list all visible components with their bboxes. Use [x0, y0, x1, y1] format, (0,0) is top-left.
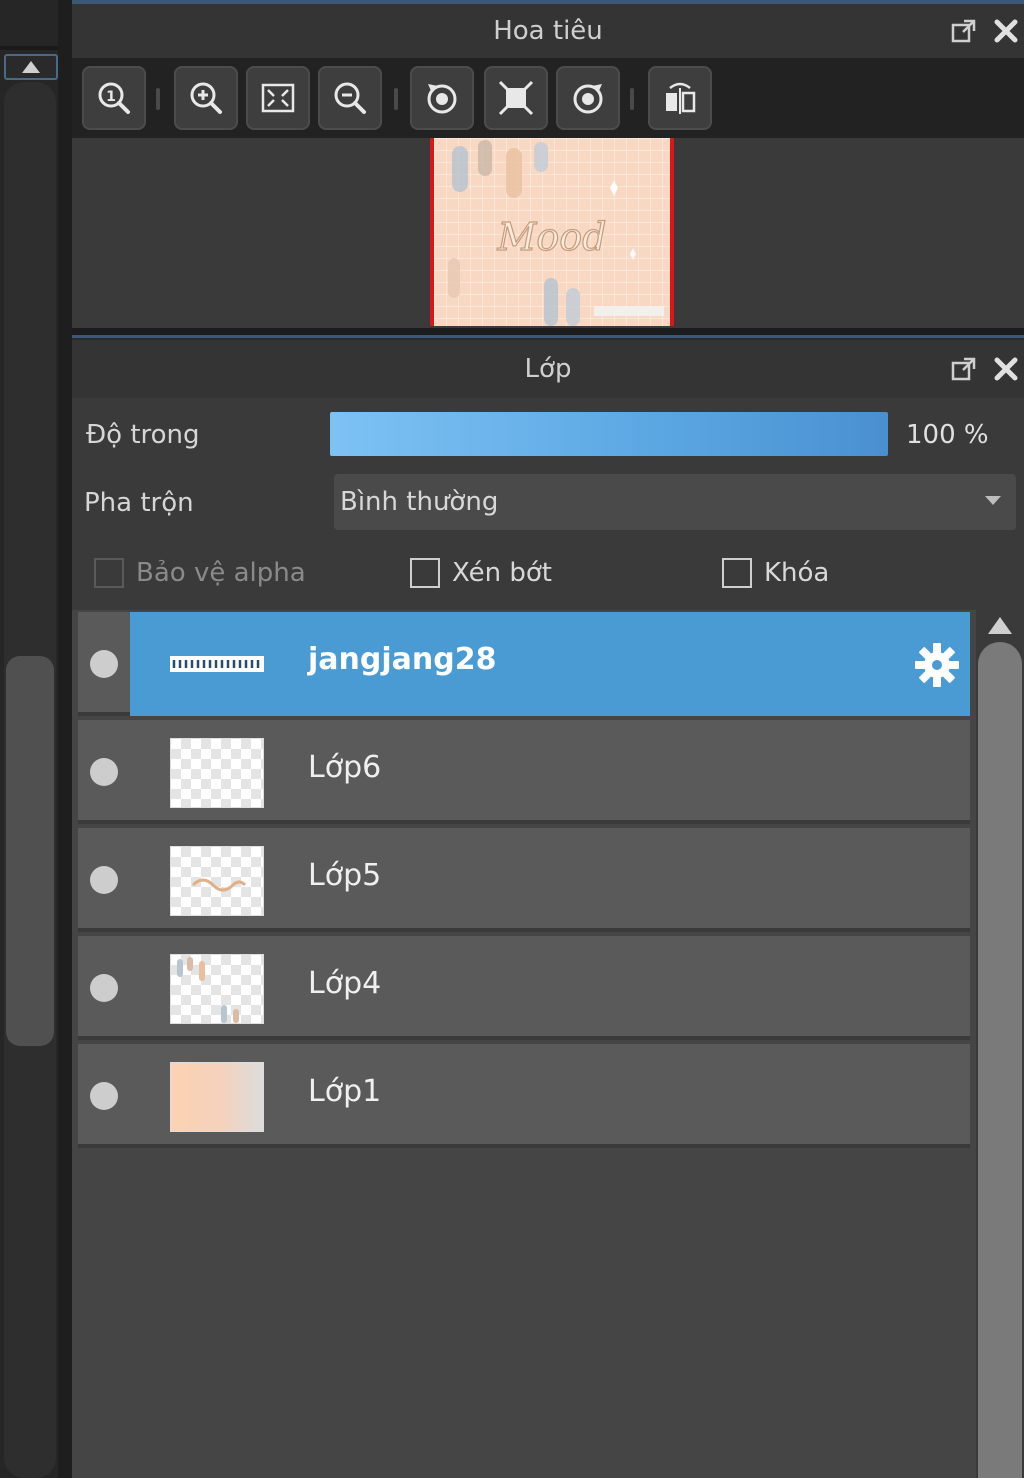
toolbar-separator: [156, 88, 160, 110]
layer-thumbnail: [170, 846, 264, 916]
flip-horizontal-button[interactable]: [648, 66, 712, 130]
zoom-in-icon: [190, 82, 222, 114]
panel-divider[interactable]: [72, 328, 1024, 338]
thumbnail-art: [191, 878, 247, 892]
opacity-value: 100 %: [906, 420, 989, 450]
layer-name: Lớp6: [308, 750, 382, 785]
zoom-out-button[interactable]: [318, 66, 382, 130]
reset-view-button[interactable]: [484, 66, 548, 130]
close-icon[interactable]: [992, 355, 1020, 383]
scroll-up-button[interactable]: [4, 54, 58, 80]
canvas-preview-art: Mood: [448, 140, 664, 326]
visibility-toggle[interactable]: [90, 758, 118, 786]
lock-label: Khóa: [764, 558, 830, 588]
navigator-title-bar: Hoa tiêu: [72, 4, 1024, 58]
layer-row-lop6[interactable]: Lớp6: [78, 720, 970, 824]
layer-row-lop1[interactable]: Lớp1: [78, 1044, 970, 1148]
fit-screen-button[interactable]: [246, 66, 310, 130]
layer-thumbnail: [170, 954, 264, 1024]
layer-thumbnail: [170, 1062, 264, 1132]
rotate-left-icon: [427, 84, 457, 114]
layer-name: Lớp5: [308, 858, 382, 893]
visibility-toggle[interactable]: [90, 1082, 118, 1110]
chevron-down-icon: [985, 496, 1001, 505]
clipping-checkbox[interactable]: Xén bớt: [410, 558, 552, 588]
opacity-slider[interactable]: [330, 412, 888, 456]
preview-text: Mood: [497, 215, 607, 259]
left-scrollbar: [0, 0, 62, 1478]
triangle-up-icon[interactable]: [986, 614, 1014, 636]
layer-row-jangjang28[interactable]: jangjang28: [78, 612, 970, 716]
rotate-right-button[interactable]: [556, 66, 620, 130]
navigator-toolbar: 1: [72, 58, 1024, 138]
visibility-toggle[interactable]: [90, 866, 118, 894]
flip-horizontal-icon: [666, 82, 696, 114]
layer-thumbnail: [170, 630, 264, 700]
layer-name: Lớp4: [308, 966, 382, 1001]
layer-row-lop4[interactable]: Lớp4: [78, 936, 970, 1040]
left-scroll-thumb[interactable]: [6, 656, 54, 1046]
navigator-title: Hoa tiêu: [493, 16, 603, 46]
checkbox-box: [410, 558, 440, 588]
panel-border: [58, 0, 72, 1478]
layer-name: jangjang28: [308, 642, 497, 677]
left-strip-separator: [0, 46, 62, 50]
blend-mode-value: Bình thường: [340, 487, 499, 517]
blend-label: Pha trộn: [84, 488, 194, 518]
undock-icon[interactable]: [950, 17, 978, 45]
fit-screen-icon: [261, 83, 295, 113]
layer-name: Lớp1: [308, 1074, 382, 1109]
visibility-toggle[interactable]: [90, 650, 118, 678]
reset-view-icon: [498, 80, 534, 116]
protect-alpha-checkbox[interactable]: Bảo vệ alpha: [94, 558, 306, 588]
blend-mode-select[interactable]: Bình thường: [334, 474, 1016, 530]
rotate-left-button[interactable]: [410, 66, 474, 130]
layer-scroll-thumb[interactable]: [978, 642, 1022, 1478]
protect-alpha-label: Bảo vệ alpha: [136, 558, 306, 588]
undock-icon[interactable]: [950, 355, 978, 383]
zoom-actual-icon: 1: [98, 82, 130, 114]
toolbar-separator: [630, 88, 634, 110]
toolbar-separator: [394, 88, 398, 110]
thumbnail-art: [177, 957, 239, 1023]
layer-panel-title: Lớp: [524, 354, 572, 384]
lock-checkbox[interactable]: Khóa: [722, 558, 829, 588]
svg-text:1: 1: [106, 89, 116, 105]
checkbox-box: [722, 558, 752, 588]
canvas-preview[interactable]: Mood: [430, 138, 674, 326]
layer-row-lop5[interactable]: Lớp5: [78, 828, 970, 932]
close-icon[interactable]: [992, 17, 1020, 45]
gear-icon[interactable]: [912, 640, 962, 690]
text-layer-thumb-icon: [170, 656, 264, 672]
visibility-toggle[interactable]: [90, 974, 118, 1002]
rotate-right-icon: [573, 84, 603, 114]
opacity-label: Độ trong: [86, 420, 200, 450]
layer-thumbnail: [170, 738, 264, 808]
zoom-out-icon: [334, 82, 366, 114]
checkbox-box: [94, 558, 124, 588]
layer-title-bar: Lớp: [72, 340, 1024, 398]
clipping-label: Xén bớt: [452, 558, 552, 588]
zoom-actual-button[interactable]: 1: [82, 66, 146, 130]
zoom-in-button[interactable]: [174, 66, 238, 130]
triangle-up-icon: [22, 61, 40, 73]
